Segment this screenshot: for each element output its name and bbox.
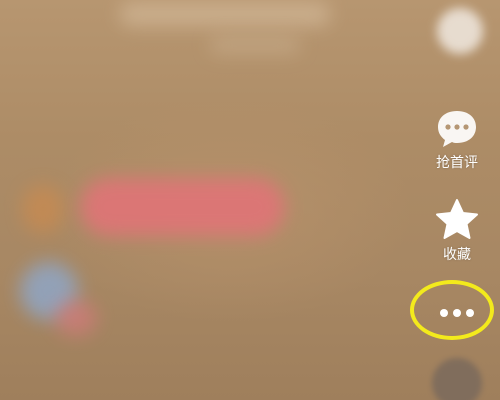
blurred-badge (55, 300, 97, 336)
blurred-top-text (120, 2, 330, 26)
comment-label: 抢首评 (436, 155, 478, 171)
more-button[interactable] (427, 288, 487, 338)
comment-button[interactable]: 抢首评 (427, 108, 487, 172)
favorite-button[interactable]: 收藏 (427, 198, 487, 264)
blurred-banner (80, 178, 285, 236)
author-avatar[interactable] (437, 8, 483, 54)
blurred-tag (22, 185, 64, 233)
video-frame[interactable] (0, 0, 500, 400)
music-disc[interactable] (432, 358, 482, 400)
more-dots-icon (435, 306, 479, 320)
comment-bubble-icon (434, 108, 480, 150)
star-icon (434, 198, 480, 242)
favorite-label: 收藏 (443, 247, 471, 263)
blurred-subtitle (210, 36, 300, 54)
